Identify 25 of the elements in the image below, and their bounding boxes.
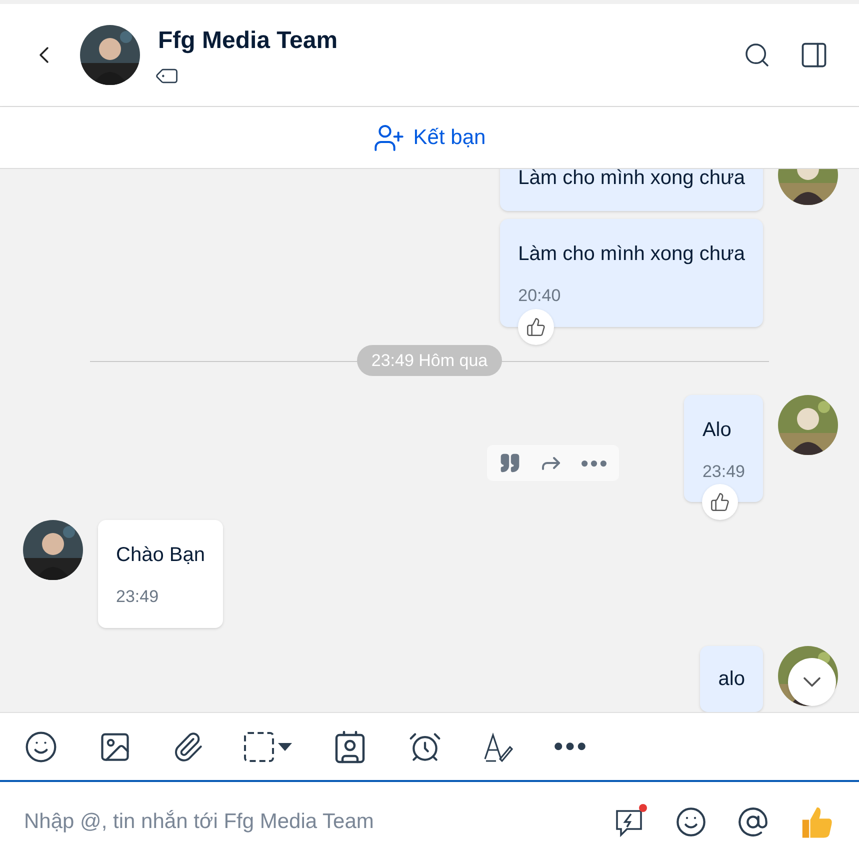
conversation-title: Ffg Media Team	[158, 26, 338, 56]
more-icon[interactable]	[554, 742, 586, 751]
message-input[interactable]: Nhập @, tin nhắn tới Ffg Media Team	[24, 806, 613, 838]
mention-icon[interactable]	[737, 806, 769, 838]
paperclip-icon[interactable]	[172, 730, 204, 762]
like-reaction-button[interactable]	[518, 308, 554, 344]
quote-icon[interactable]	[499, 452, 522, 474]
date-separator: 23:49 Hôm qua	[357, 344, 502, 376]
message-text: Làm cho mình xong chưa	[518, 169, 745, 191]
side-panel-icon[interactable]	[799, 40, 829, 70]
sticker-icon[interactable]	[24, 730, 58, 764]
message-text: Chào Bạn	[116, 543, 205, 568]
message-time: 23:49	[116, 586, 160, 608]
message-text: alo	[718, 666, 745, 692]
add-friend-button[interactable]: Kết bạn	[373, 122, 486, 154]
message-time: 20:40	[518, 285, 562, 307]
like-reaction-button[interactable]	[702, 484, 738, 520]
message-text: Làm cho mình xong chưa	[518, 242, 745, 267]
screenshot-icon[interactable]	[244, 732, 292, 762]
search-icon[interactable]	[743, 41, 771, 69]
message-time: 23:49	[702, 460, 745, 482]
text-format-icon[interactable]	[482, 730, 514, 762]
emoji-icon[interactable]	[675, 806, 707, 838]
quick-message-button[interactable]	[613, 806, 645, 838]
message-text: Alo	[702, 418, 732, 442]
